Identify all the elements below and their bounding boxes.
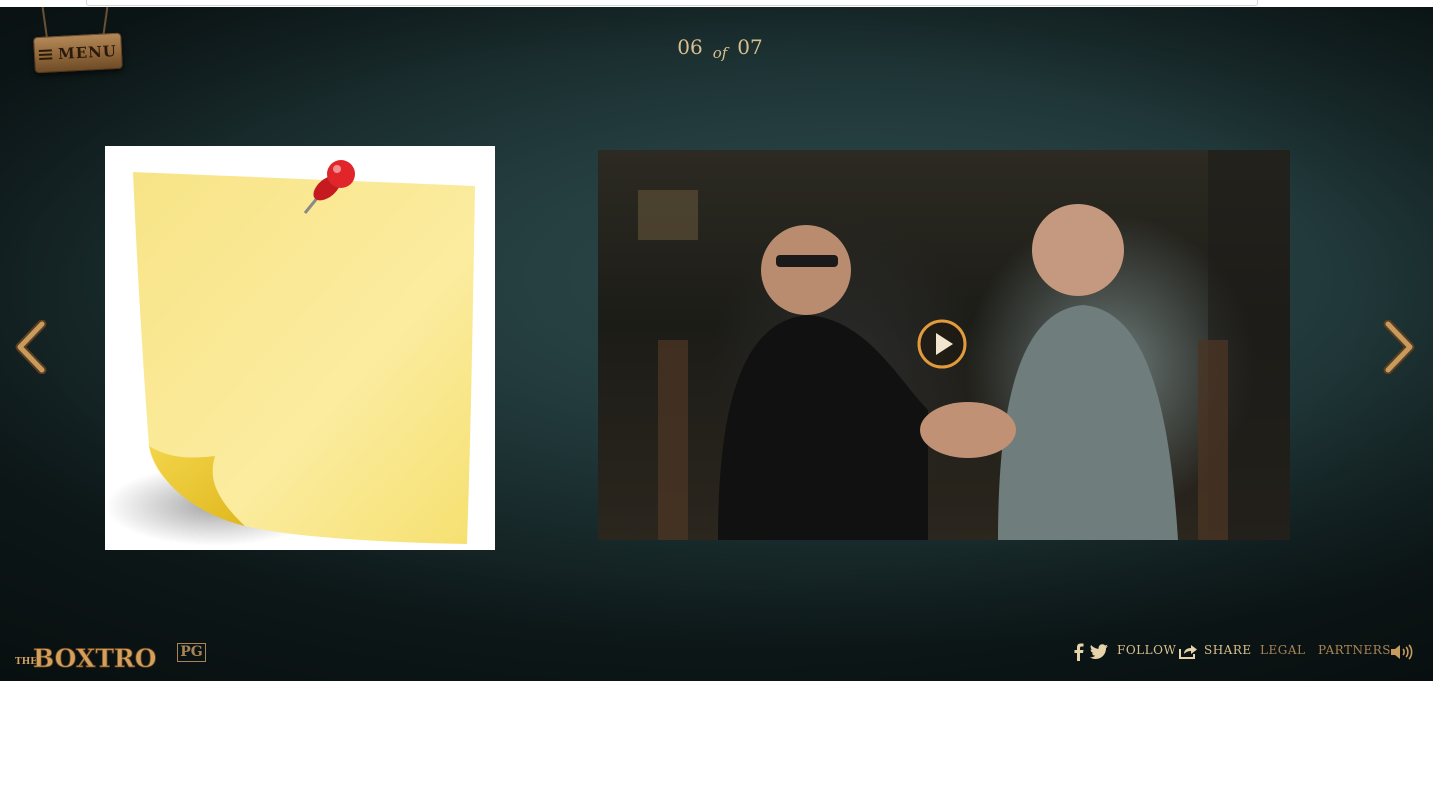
facebook-icon[interactable] [1072,643,1084,661]
gallery-stage: MENU 06 of 07 THE BOXTRO PG FOLLOW SHARE… [0,7,1433,681]
twitter-icon[interactable] [1089,644,1109,660]
legal-link[interactable]: LEGAL [1260,643,1305,657]
browser-top-strip [0,0,1433,7]
boxtrolls-logo-art: THE BOXTROLLS [15,644,210,674]
boxtrolls-logo[interactable]: THE BOXTROLLS [13,631,210,681]
sticky-note-image [105,146,495,550]
sticky-note-illustration [105,160,475,546]
hamburger-icon [38,49,53,61]
partners-link[interactable]: PARTNERS [1318,643,1391,657]
svg-text:BOXTROLLS: BOXTROLLS [33,644,157,673]
sound-icon[interactable] [1389,643,1413,661]
play-button[interactable] [916,318,968,370]
address-bar[interactable] [86,0,1258,6]
counter-total: 07 [737,35,763,59]
rating-badge: PG [177,643,206,662]
share-link[interactable]: SHARE [1204,643,1252,657]
next-slide-button[interactable] [1378,319,1418,375]
previous-slide-button[interactable] [12,319,52,375]
menu-board: MENU [33,32,123,74]
video-player[interactable] [598,150,1290,540]
chevron-left-icon [15,319,47,375]
chevron-right-icon [1383,319,1415,375]
share-icon[interactable] [1178,643,1198,660]
counter-current: 06 [677,35,703,59]
counter-separator: of [712,44,728,62]
slide-counter: 06 of 07 [672,35,768,62]
menu-button[interactable]: MENU [30,7,126,77]
follow-link[interactable]: FOLLOW [1117,643,1176,657]
play-icon [917,319,967,369]
menu-label: MENU [57,41,118,64]
